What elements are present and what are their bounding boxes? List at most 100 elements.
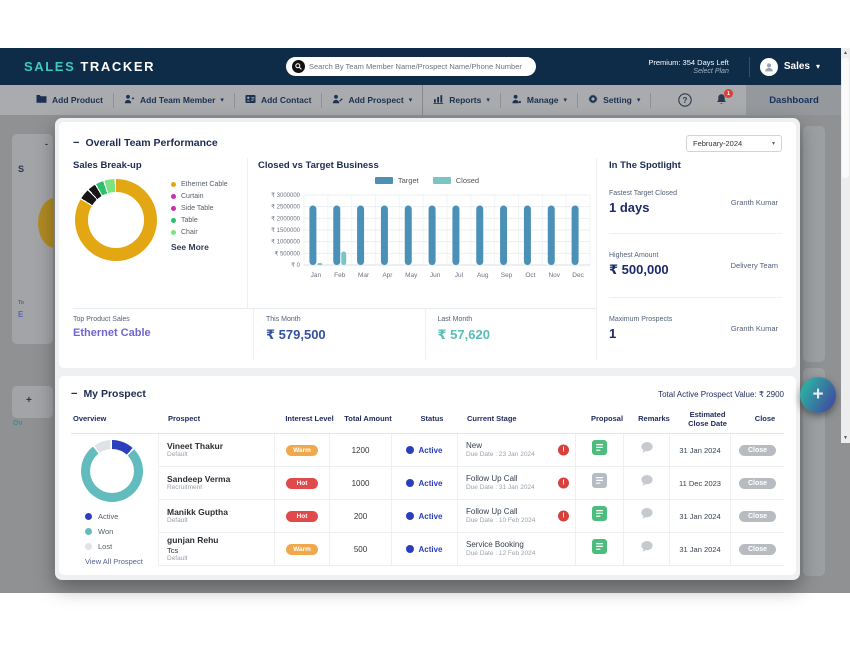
- proposal-document-icon[interactable]: [592, 440, 607, 460]
- table-row[interactable]: Vineet ThakurDefaultWarm1200ActiveNewDue…: [158, 434, 784, 467]
- interest-badge: Hot: [286, 511, 318, 522]
- close-button[interactable]: Close: [739, 445, 776, 456]
- month-filter-select[interactable]: February-2024 ▾: [686, 135, 782, 152]
- global-search[interactable]: [286, 57, 536, 76]
- status-label: Active: [418, 479, 442, 488]
- proposal-document-icon[interactable]: [592, 473, 607, 493]
- menu-item-setting[interactable]: Setting▾: [578, 85, 650, 115]
- legend-label: Target: [398, 176, 419, 185]
- proposal-cell: [575, 533, 623, 565]
- overdue-alert-icon: !: [558, 445, 569, 456]
- menu-item-add-contact[interactable]: Add Contact: [235, 85, 322, 115]
- avatar[interactable]: [760, 58, 778, 76]
- legend-dot: [85, 513, 92, 520]
- remarks-cell: [623, 467, 669, 499]
- total-amount-value: 500: [354, 545, 367, 554]
- interest-badge: Warm: [286, 544, 318, 555]
- column-header-current-stage: Current Stage: [465, 414, 583, 423]
- prospect-group: Default: [167, 555, 188, 563]
- collapse-icon[interactable]: −: [73, 137, 79, 149]
- proposal-cell: [575, 434, 623, 466]
- person-icon: [511, 94, 522, 106]
- top-product-link[interactable]: Ethernet Cable: [73, 327, 253, 339]
- status-dot-icon: [406, 446, 414, 454]
- spotlight-stat-label: Maximum Prospects: [609, 316, 672, 323]
- remarks-chat-icon[interactable]: [640, 507, 654, 525]
- prospect-name: gunjan Rehu: [167, 535, 218, 546]
- estimated-close-date: 31 Jan 2024: [679, 512, 720, 521]
- prospect-company: Tcs: [167, 546, 178, 555]
- remarks-cell: [623, 434, 669, 466]
- remarks-chat-icon[interactable]: [640, 540, 654, 558]
- spotlight-stat-name: Granth Kumar: [731, 324, 778, 333]
- legend-swatch: [433, 177, 451, 184]
- column-header-total-amount: Total Amount: [337, 414, 399, 423]
- scroll-up-icon[interactable]: ▲: [841, 50, 850, 56]
- spotlight-stat-text: Maximum Prospects1: [609, 316, 672, 341]
- interest-badge: Warm: [286, 445, 318, 456]
- legend-label: Closed: [456, 176, 479, 185]
- tab-dashboard[interactable]: Dashboard: [746, 85, 842, 115]
- column-header-prospect: Prospect: [166, 414, 282, 423]
- remarks-chat-icon[interactable]: [640, 474, 654, 492]
- close-button[interactable]: Close: [739, 511, 776, 522]
- table-row[interactable]: Sandeep VermaRecruitmentHot1000ActiveFol…: [158, 467, 784, 500]
- divider: [749, 57, 750, 77]
- search-input[interactable]: [309, 62, 530, 71]
- see-more-link[interactable]: See More: [171, 242, 228, 252]
- legend-item: Table: [171, 217, 228, 224]
- svg-text:₹ 500000: ₹ 500000: [274, 250, 300, 257]
- interest-level-cell: Warm: [274, 533, 329, 565]
- prospect-cell: Sandeep VermaRecruitment: [158, 467, 274, 499]
- spotlight-stat-text: Highest Amount₹ 500,000: [609, 252, 669, 278]
- prospect-cell: Vineet ThakurDefault: [158, 434, 274, 466]
- menu-item-add-prospect[interactable]: Add Prospect▾: [322, 85, 422, 115]
- legend-dot: [171, 230, 176, 235]
- select-plan-link[interactable]: Select Plan: [648, 68, 728, 75]
- column-header-remarks: Remarks: [631, 414, 677, 423]
- chevron-down-icon: ▾: [409, 96, 413, 104]
- status-label: Active: [418, 512, 442, 521]
- menu-item-label: Add Contact: [261, 95, 312, 105]
- current-stage-cell: NewDue Date : 23 Jan 2024!: [457, 434, 575, 466]
- notification-bell-icon[interactable]: 1: [715, 93, 728, 111]
- account-menu[interactable]: Sales: [784, 61, 810, 72]
- person-edit-icon: [332, 94, 343, 106]
- interest-level-cell: Hot: [274, 500, 329, 532]
- scroll-down-icon[interactable]: ▼: [841, 435, 850, 441]
- spotlight-stat-value: ₹ 500,000: [609, 262, 669, 278]
- menu-item-add-product[interactable]: Add Product: [26, 85, 113, 115]
- svg-text:₹ 3000000: ₹ 3000000: [271, 192, 301, 199]
- table-row[interactable]: Manikk GupthaDefaultHot200ActiveFollow U…: [158, 500, 784, 533]
- notification-badge: 1: [724, 89, 733, 98]
- menu-item-add-team-member[interactable]: Add Team Member▾: [114, 85, 234, 115]
- close-button[interactable]: Close: [739, 478, 776, 489]
- estimated-close-date-cell: 31 Jan 2024: [669, 434, 730, 466]
- collapse-icon[interactable]: −: [71, 388, 77, 400]
- scrollbar-thumb[interactable]: [842, 58, 849, 178]
- menu-item-manage[interactable]: Manage▾: [501, 85, 577, 115]
- column-header-close: Close: [738, 414, 792, 423]
- proposal-document-icon[interactable]: [592, 506, 607, 526]
- proposal-document-icon[interactable]: [592, 539, 607, 559]
- search-icon: [292, 60, 305, 73]
- menu-item-reports[interactable]: Reports▾: [423, 85, 500, 115]
- help-icon[interactable]: ?: [678, 93, 692, 112]
- vertical-scrollbar[interactable]: ▲ ▼: [841, 48, 850, 443]
- stage-due-date: Due Date : 23 Jan 2024: [466, 451, 535, 459]
- spotlight-stat-value: 1 days: [609, 200, 677, 215]
- table-row[interactable]: gunjan RehuTcsDefaultWarm500ActiveServic…: [158, 533, 784, 566]
- svg-text:Nov: Nov: [548, 272, 560, 279]
- remarks-chat-icon[interactable]: [640, 441, 654, 459]
- chevron-down-icon[interactable]: ▾: [816, 62, 820, 71]
- status-label: Active: [418, 545, 442, 554]
- background-card-partial: [803, 126, 825, 362]
- total-amount-value: 200: [354, 512, 367, 521]
- close-button[interactable]: Close: [739, 544, 776, 555]
- view-all-prospect-link[interactable]: View All Prospect: [85, 557, 158, 566]
- svg-text:₹ 2500000: ₹ 2500000: [271, 204, 301, 211]
- logo-sales: SALES: [24, 59, 75, 74]
- legend-label: Lost: [98, 542, 112, 551]
- section-title-performance: Overall Team Performance: [85, 137, 217, 149]
- add-fab-button[interactable]: +: [800, 377, 836, 413]
